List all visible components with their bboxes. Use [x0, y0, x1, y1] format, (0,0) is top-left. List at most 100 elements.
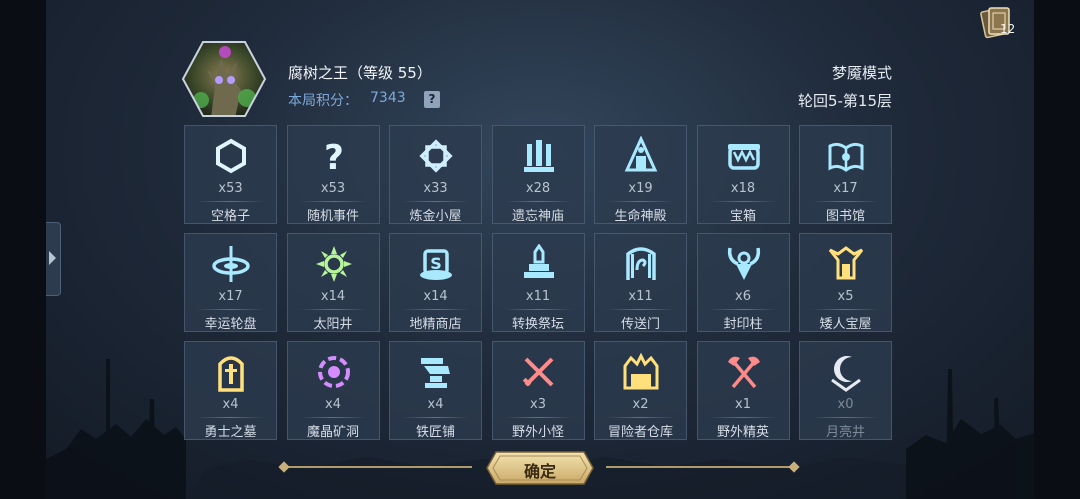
event-name: 月亮井 [825, 425, 865, 440]
event-cell: x4 勇士之墓 [184, 341, 277, 440]
cell-divider [402, 201, 469, 202]
event-count: x4 [427, 397, 444, 412]
event-cell: x2 冒险者仓库 [594, 341, 687, 440]
left-letterbox [0, 0, 46, 499]
score-label: 本局积分： [288, 93, 358, 109]
anvil-icon [421, 358, 450, 388]
event-count: x53 [218, 181, 243, 196]
event-count: x4 [325, 397, 341, 412]
event-cell: Sx14 地精商店 [389, 233, 482, 332]
crossed-axes-icon [727, 356, 760, 389]
event-name: 图书馆 [825, 209, 865, 224]
event-cell: x1 野外精英 [696, 341, 790, 440]
sun-well-icon [315, 246, 352, 282]
event-name: 炼金小屋 [409, 209, 462, 224]
cell-divider [812, 309, 879, 310]
dwarf-vault-icon [828, 246, 864, 280]
event-cell: x4 魔晶矿洞 [286, 341, 380, 440]
event-count: x2 [632, 397, 649, 412]
event-name: 地精商店 [409, 317, 462, 332]
moon-well-icon [831, 356, 861, 392]
portal-icon [626, 247, 656, 280]
event-count: x17 [218, 289, 243, 304]
deck-count: 12 [1000, 22, 1016, 36]
event-cell: x53 空格子 [184, 125, 277, 224]
temple-icon [523, 140, 554, 172]
cell-divider [709, 201, 777, 202]
event-cell: x33 炼金小屋 [389, 125, 482, 224]
side-expand-tab[interactable] [46, 222, 61, 296]
event-name: 宝箱 [729, 209, 756, 224]
cell-divider [402, 309, 469, 310]
event-name: 传送门 [620, 317, 660, 332]
event-count: x33 [423, 181, 448, 196]
event-name: 矮人宝屋 [819, 317, 872, 332]
svg-text:?: ? [324, 138, 344, 176]
boss-title: 腐树之王（等级 55） [288, 64, 432, 82]
event-name: 铁匠铺 [415, 425, 455, 440]
event-cell: x11 转换祭坛 [491, 233, 585, 332]
library-icon [828, 142, 864, 172]
cell-divider [812, 201, 879, 202]
cell-divider [607, 309, 674, 310]
tomb-icon [218, 356, 244, 392]
event-count: x14 [423, 289, 448, 304]
cell-divider [504, 201, 572, 202]
event-count: x5 [837, 289, 854, 304]
event-count: x18 [730, 181, 756, 196]
confirm-button[interactable]: 确定 [486, 451, 594, 485]
event-name: 随机事件 [306, 209, 359, 224]
difficulty-mode: 梦魇模式 [831, 64, 892, 82]
boss-portrait [181, 41, 267, 117]
event-cell: x4 铁匠铺 [389, 341, 482, 440]
event-count: x53 [320, 181, 346, 196]
cell-divider [402, 417, 469, 418]
hexagon-icon [216, 138, 246, 174]
chevron-right-icon [49, 251, 56, 265]
event-name: 转换祭坛 [511, 317, 564, 332]
cell-divider [197, 309, 264, 310]
event-name: 生命神殿 [614, 209, 667, 224]
cell-divider [812, 417, 879, 418]
cell-divider [504, 417, 572, 418]
event-name: 野外精英 [716, 425, 769, 440]
event-count: x1 [735, 397, 751, 412]
cell-divider [197, 201, 264, 202]
score-value: 7343 [370, 90, 406, 106]
event-cell: x18 宝箱 [696, 125, 790, 224]
event-cell: ? x53 随机事件 [286, 125, 380, 224]
event-count: x17 [833, 181, 858, 196]
alchemy-icon [419, 139, 453, 173]
cell-divider [709, 417, 777, 418]
event-count: x28 [525, 181, 551, 196]
event-cell: x28 遗忘神庙 [491, 125, 585, 224]
cell-divider [607, 417, 674, 418]
event-count: x0 [837, 397, 854, 412]
event-cell: x0 月亮井 [799, 341, 892, 440]
crossed-swords-icon [522, 357, 553, 387]
goblin-shop-icon: S [420, 249, 452, 280]
event-name: 封印柱 [723, 317, 763, 332]
event-cell: x3 野外小怪 [491, 341, 585, 440]
cell-divider [709, 309, 777, 310]
event-count: x3 [530, 397, 546, 412]
confirm-line-right [606, 466, 794, 468]
roulette-icon [212, 246, 250, 282]
confirm-label: 确定 [523, 462, 556, 481]
cell-divider [504, 309, 572, 310]
cell-divider [299, 201, 367, 202]
event-cell: x5 矮人宝屋 [799, 233, 892, 332]
event-count: x11 [525, 289, 551, 304]
event-name: 遗忘神庙 [511, 209, 564, 224]
help-button[interactable]: ? [424, 91, 440, 108]
cell-divider [607, 201, 674, 202]
event-name: 幸运轮盘 [204, 317, 257, 332]
seal-pillar-icon [727, 247, 760, 280]
event-cell: x17 幸运轮盘 [184, 233, 277, 332]
event-cell: x19 生命神殿 [594, 125, 687, 224]
warehouse-icon [623, 352, 659, 390]
altar-icon [523, 244, 554, 278]
event-name: 冒险者仓库 [607, 425, 673, 440]
event-cell: x17 图书馆 [799, 125, 892, 224]
event-name: 太阳井 [313, 317, 353, 332]
